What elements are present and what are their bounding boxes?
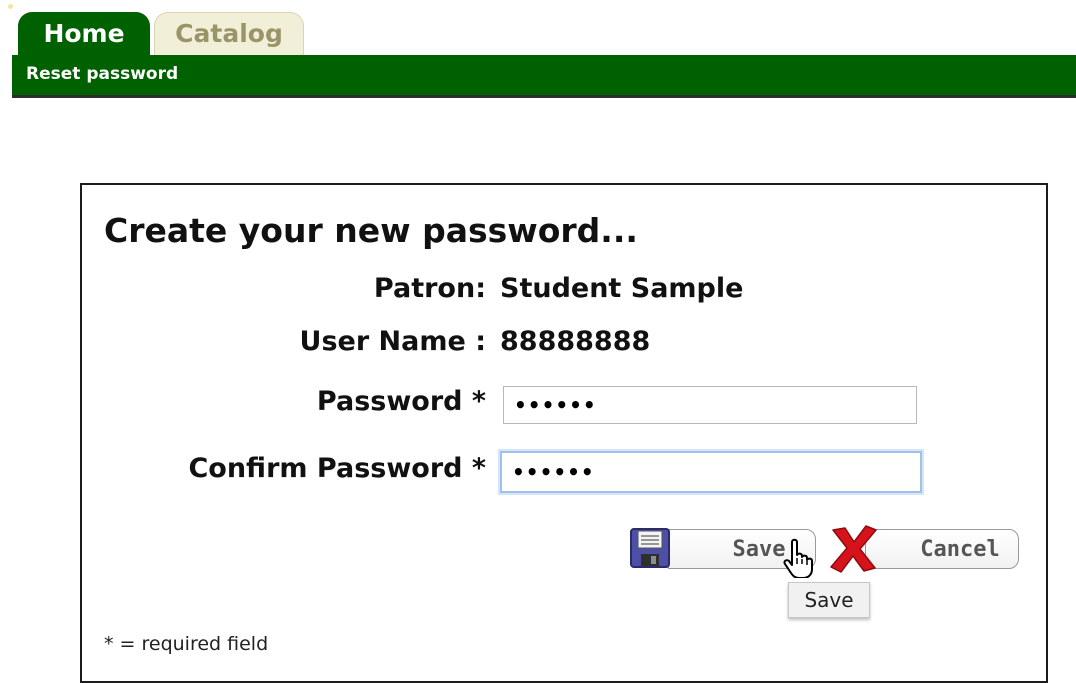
username-label: User Name : bbox=[299, 326, 486, 357]
patron-label: Patron: bbox=[373, 273, 486, 304]
cancel-button[interactable]: Cancel bbox=[865, 529, 1019, 569]
confirm-password-field[interactable] bbox=[500, 451, 922, 493]
menubar-reset-password-link[interactable]: Reset password bbox=[26, 64, 178, 84]
password-label: Password * bbox=[316, 386, 486, 417]
hand-pointer-icon bbox=[783, 538, 813, 578]
save-tooltip: Save bbox=[788, 582, 870, 618]
required-field-note: * = required field bbox=[104, 633, 269, 655]
corner-decoration bbox=[8, 4, 13, 9]
reset-password-panel: Create your new password... Patron: Stud… bbox=[80, 183, 1048, 683]
red-x-icon[interactable] bbox=[827, 522, 879, 574]
menubar: Reset password bbox=[12, 55, 1076, 98]
tab-home[interactable]: Home bbox=[18, 12, 150, 56]
page-title: Create your new password... bbox=[104, 211, 638, 250]
password-field[interactable] bbox=[503, 386, 917, 424]
patron-value: Student Sample bbox=[500, 273, 744, 304]
floppy-disk-icon[interactable] bbox=[628, 526, 672, 570]
username-value: 88888888 bbox=[500, 326, 651, 357]
confirm-password-label: Confirm Password * bbox=[188, 453, 486, 484]
tab-catalog[interactable]: Catalog bbox=[154, 12, 304, 56]
